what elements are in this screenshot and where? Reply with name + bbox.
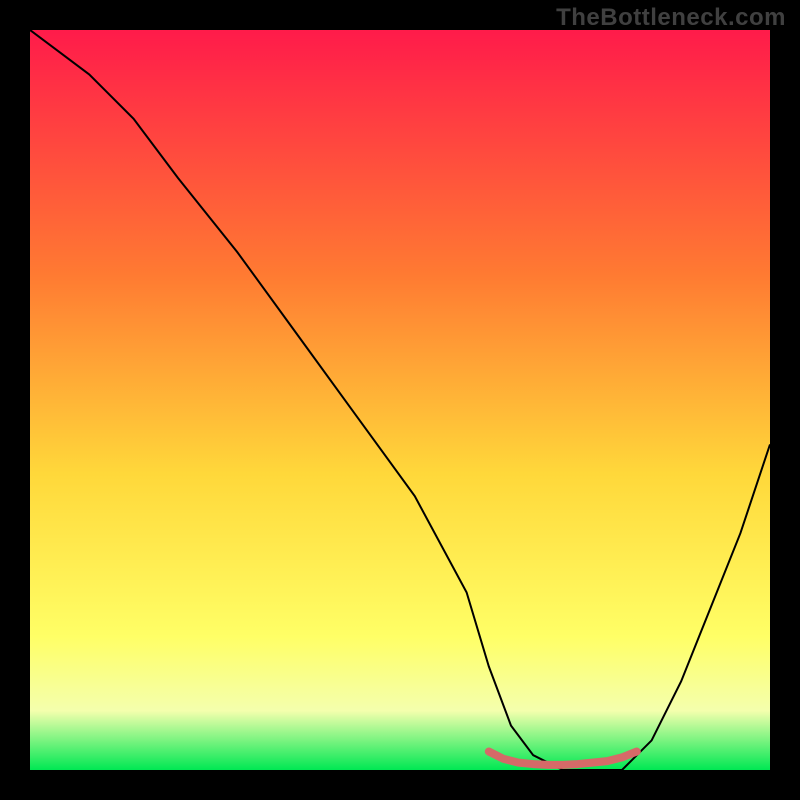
chart-frame: TheBottleneck.com [0,0,800,800]
chart-background [30,30,770,770]
chart-svg [30,30,770,770]
plot-area [30,30,770,770]
watermark-text: TheBottleneck.com [556,4,786,32]
